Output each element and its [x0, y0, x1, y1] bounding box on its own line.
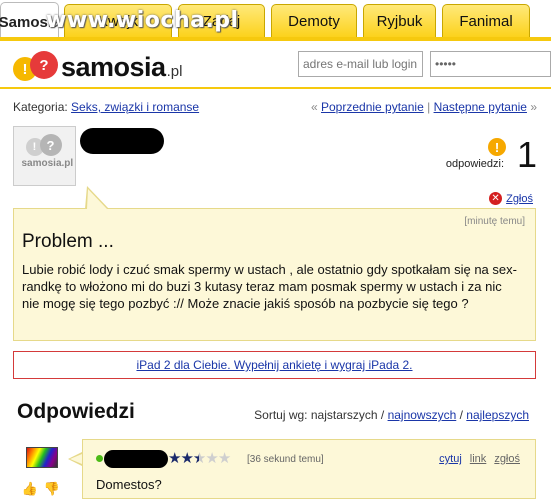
- online-status-icon: [96, 455, 103, 462]
- star-half-icon: ★: [192, 450, 206, 467]
- sort-newest-link[interactable]: najnowszych: [388, 408, 457, 422]
- nav-separator: |: [427, 100, 431, 114]
- sort-best-link[interactable]: najlepszych: [466, 408, 529, 422]
- logo-bubbles-icon: ! ?: [13, 51, 59, 83]
- question-nav: « Poprzednie pytanie | Następne pytanie …: [311, 100, 537, 114]
- category-label: Kategoria:: [13, 100, 68, 114]
- login-email-input[interactable]: [298, 51, 423, 77]
- logo-text: samosia: [61, 51, 166, 82]
- ad-link[interactable]: iPad 2 dla Ciebie. Wypełnij ankietę i wy…: [136, 358, 412, 372]
- answerer-rating: ★ ★ ★ ★ ★: [168, 449, 231, 467]
- tab-label: Ryjbuk: [376, 12, 423, 30]
- avatar-text: samosia.pl: [21, 158, 74, 169]
- star-empty-icon: ★: [205, 450, 218, 467]
- quote-link[interactable]: cytuj: [439, 453, 462, 465]
- answer-text: Domestos?: [96, 477, 162, 492]
- report-icon: ✕: [489, 192, 503, 205]
- ad-banner: iPad 2 dla Ciebie. Wypełnij ankietę i wy…: [13, 351, 536, 379]
- login-password-input[interactable]: [430, 51, 551, 77]
- top-tabs-bar: Samosia Kwejk Zadaj Demoty Ryjbuk Fanima…: [0, 0, 551, 41]
- tab-demoty[interactable]: Demoty: [271, 4, 357, 37]
- answers-heading: Odpowiedzi: [17, 400, 135, 423]
- report-question-button[interactable]: ✕ Zgłoś: [489, 192, 533, 205]
- site-logo[interactable]: ! ? samosia .pl: [13, 51, 182, 83]
- category-link[interactable]: Seks, związki i romanse: [71, 100, 199, 114]
- star-icon: ★: [180, 450, 193, 467]
- sort-label: Sortuj wg: najstarszych /: [254, 408, 385, 422]
- vote-buttons: 👍 👎: [22, 481, 60, 497]
- site-header: ! ? samosia .pl: [0, 41, 551, 89]
- sort-options: Sortuj wg: najstarszych / najnowszych / …: [254, 408, 529, 422]
- star-icon: ★: [168, 450, 181, 467]
- header-divider: [0, 87, 551, 89]
- answers-count-label: odpowiedzi:: [445, 158, 504, 170]
- report-label: Zgłoś: [506, 192, 533, 205]
- question-bubble-tail-inner: [87, 189, 107, 209]
- thumb-down-icon[interactable]: 👎: [44, 481, 60, 497]
- logo-tld: .pl: [166, 62, 183, 80]
- report-answer-link[interactable]: zgłoś: [494, 453, 520, 465]
- prev-question-link[interactable]: Poprzednie pytanie: [321, 100, 424, 114]
- next-question-link[interactable]: Następne pytanie: [434, 100, 527, 114]
- question-body: Lubie robić lody i czuć smak spermy w us…: [22, 262, 517, 311]
- tab-ryjbuk[interactable]: Ryjbuk: [363, 4, 436, 37]
- answers-count-icon: !: [488, 138, 506, 156]
- answer-bubble-tail-inner: [70, 454, 82, 464]
- asker-avatar[interactable]: ! ? samosia.pl: [13, 126, 76, 186]
- star-empty-icon: ★: [217, 450, 231, 467]
- thumb-up-icon[interactable]: 👍: [22, 481, 38, 497]
- answer-actions: cytuj link zgłoś: [439, 453, 520, 465]
- sort-separator: /: [459, 408, 463, 422]
- avatar-question-icon: ?: [39, 134, 62, 156]
- nav-prev-arrow: «: [310, 100, 318, 114]
- question-title: Problem ...: [22, 231, 114, 252]
- nav-next-arrow: »: [530, 100, 537, 114]
- answer-time: [36 sekund temu]: [247, 454, 324, 465]
- question-time: [minutę temu]: [464, 216, 525, 227]
- redacted-username: [80, 128, 164, 154]
- watermark: www.wiocha.pl: [46, 8, 239, 33]
- answers-count-value: 1: [516, 134, 537, 175]
- tab-label: Fanimal: [459, 12, 513, 30]
- logo-question-bubble: ?: [30, 51, 58, 79]
- redacted-answerer-name: [104, 450, 168, 468]
- tab-fanimal[interactable]: Fanimal: [442, 4, 530, 37]
- tab-label: Demoty: [288, 12, 340, 30]
- answerer-avatar[interactable]: [26, 447, 58, 468]
- permalink-link[interactable]: link: [470, 453, 487, 465]
- question-box: [minutę temu] Problem ... Lubie robić lo…: [13, 208, 536, 341]
